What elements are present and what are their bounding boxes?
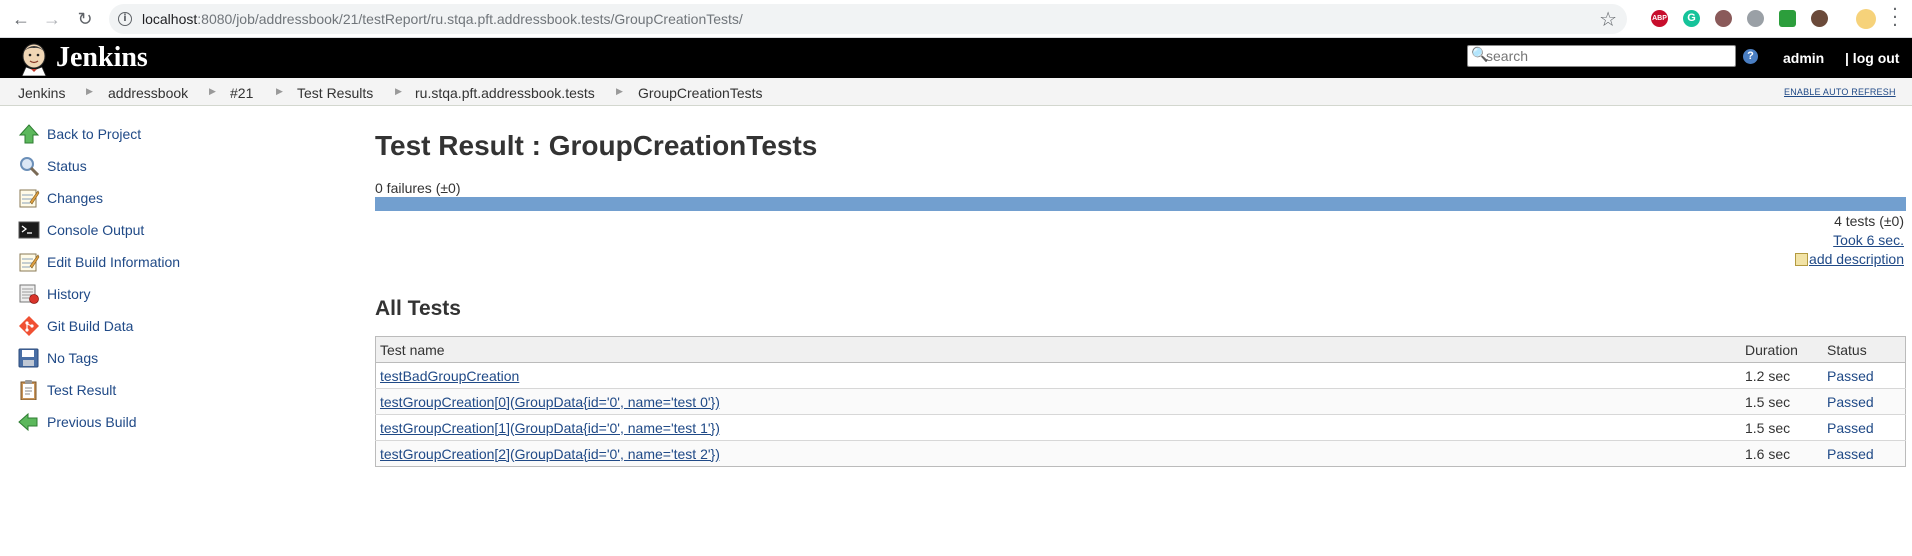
test-results-table: Test name Duration Status testBadGroupCr…: [375, 336, 1906, 467]
sidebar-item-label: No Tags: [47, 350, 99, 366]
column-header-test-name[interactable]: Test name: [375, 336, 1741, 363]
test-name-cell: testGroupCreation[0](GroupData{id='0', n…: [375, 388, 1741, 415]
breadcrumb-build[interactable]: #21: [230, 85, 253, 101]
breadcrumb-arrow-icon[interactable]: ▶: [209, 87, 216, 97]
breadcrumb-addressbook[interactable]: addressbook: [108, 85, 188, 101]
save-icon: [18, 348, 39, 368]
profile-avatar-icon[interactable]: [1856, 9, 1876, 29]
breadcrumb-arrow-icon[interactable]: ▶: [276, 87, 283, 97]
column-header-duration[interactable]: Duration: [1741, 336, 1823, 363]
test-link[interactable]: testGroupCreation[1](GroupData{id='0', n…: [380, 420, 720, 436]
grammarly-extension-icon[interactable]: G: [1683, 10, 1700, 27]
sidebar-item-label: Changes: [47, 190, 104, 206]
duration-cell: 1.5 sec: [1741, 388, 1823, 415]
tests-count: 4 tests (±0): [1834, 213, 1904, 229]
sidebar-item-label: Status: [47, 158, 87, 174]
breadcrumb-arrow-icon[interactable]: ▶: [395, 87, 402, 97]
forward-arrow-icon[interactable]: →: [41, 8, 63, 30]
user-link[interactable]: admin: [1783, 50, 1824, 66]
table-header-row: Test name Duration Status: [375, 336, 1906, 363]
breadcrumb-package[interactable]: ru.stqa.pft.addressbook.tests: [415, 85, 595, 101]
breadcrumb-arrow-icon[interactable]: ▶: [86, 87, 93, 97]
jenkins-butler-icon[interactable]: [18, 42, 50, 76]
extension-icon[interactable]: [1811, 10, 1828, 27]
breadcrumb-class[interactable]: GroupCreationTests: [638, 85, 763, 101]
table-row: testBadGroupCreation 1.2 sec Passed: [375, 362, 1906, 389]
test-link[interactable]: testGroupCreation[2](GroupData{id='0', n…: [380, 446, 720, 462]
enable-auto-refresh-link[interactable]: ENABLE AUTO REFRESH: [1784, 87, 1896, 97]
up-arrow-icon: [18, 124, 40, 144]
url-host: localhost: [142, 11, 198, 27]
sidebar-item-label: Edit Build Information: [47, 254, 181, 270]
page-title: Test Result : GroupCreationTests: [375, 130, 818, 161]
history-icon: [19, 284, 39, 304]
url-text[interactable]: localhost:8080/job/addressbook/21/testRe…: [142, 11, 743, 27]
extension-icon[interactable]: [1779, 10, 1796, 27]
url-path: :8080/job/addressbook/21/testReport/ru.s…: [197, 11, 743, 27]
back-arrow-icon[interactable]: ←: [10, 8, 32, 30]
column-header-status[interactable]: Status: [1823, 336, 1906, 363]
menu-dots-icon[interactable]: · · ·: [1890, 1, 1900, 35]
status-cell: Passed: [1823, 440, 1906, 467]
test-progress-bar: [375, 197, 1906, 211]
reload-icon[interactable]: ↻: [74, 8, 96, 30]
test-name-cell: testGroupCreation[2](GroupData{id='0', n…: [375, 440, 1741, 467]
browser-toolbar: ← → ↻ i localhost:8080/job/addressbook/2…: [0, 0, 1912, 38]
table-row: testGroupCreation[0](GroupData{id='0', n…: [375, 388, 1906, 415]
test-link[interactable]: testGroupCreation[0](GroupData{id='0', n…: [380, 394, 720, 410]
extension-icon[interactable]: [1715, 10, 1732, 27]
magnifier-icon: [20, 157, 40, 176]
terminal-icon: [18, 221, 40, 239]
help-icon[interactable]: ?: [1743, 49, 1758, 64]
add-description-link[interactable]: add description: [1795, 251, 1904, 267]
table-row: testGroupCreation[1](GroupData{id='0', n…: [375, 414, 1906, 441]
search-input[interactable]: [1486, 47, 1726, 65]
status-cell: Passed: [1823, 414, 1906, 441]
info-icon[interactable]: i: [118, 12, 132, 26]
breadcrumb: Jenkins ▶ addressbook ▶ #21 ▶ Test Resul…: [0, 78, 1912, 106]
test-link[interactable]: testBadGroupCreation: [380, 368, 519, 384]
bookmark-star-icon[interactable]: ☆: [1599, 7, 1617, 31]
duration-cell: 1.5 sec: [1741, 414, 1823, 441]
sidebar-item-label: Test Result: [47, 382, 117, 398]
failures-summary: 0 failures (±0): [375, 180, 461, 196]
sidebar-item-label: Git Build Data: [47, 318, 134, 334]
sidebar-item-label: History: [47, 286, 91, 302]
notepad-icon: [19, 189, 40, 208]
test-name-cell: testGroupCreation[1](GroupData{id='0', n…: [375, 414, 1741, 441]
duration-cell: 1.6 sec: [1741, 440, 1823, 467]
breadcrumb-jenkins[interactable]: Jenkins: [18, 85, 65, 101]
notepad-icon: [19, 253, 40, 272]
search-box[interactable]: 🔍: [1467, 45, 1736, 67]
status-cell: Passed: [1823, 388, 1906, 415]
left-arrow-icon: [18, 412, 38, 432]
breadcrumb-arrow-icon[interactable]: ▶: [616, 87, 623, 97]
test-name-cell: testBadGroupCreation: [375, 362, 1741, 389]
table-row: testGroupCreation[2](GroupData{id='0', n…: [375, 440, 1906, 467]
duration-cell: 1.2 sec: [1741, 362, 1823, 389]
sidebar-item-label: Back to Project: [47, 126, 142, 142]
sidebar-item-label: Console Output: [47, 222, 145, 238]
jenkins-brand[interactable]: Jenkins: [56, 42, 148, 74]
test-progress-fill: [375, 197, 1906, 211]
address-bar[interactable]: i localhost:8080/job/addressbook/21/test…: [109, 4, 1627, 34]
status-cell: Passed: [1823, 362, 1906, 389]
notepad-icon: [1795, 253, 1809, 266]
adblock-extension-icon[interactable]: ABP: [1651, 10, 1668, 27]
logout-link[interactable]: | log out: [1845, 50, 1899, 66]
clipboard-icon: [20, 380, 37, 400]
git-icon: [19, 316, 39, 336]
duration-link[interactable]: Took 6 sec.: [1833, 232, 1904, 248]
sidebar-item-label: Previous Build: [47, 414, 137, 430]
add-description-label: add description: [1809, 251, 1904, 267]
all-tests-heading: All Tests: [375, 297, 461, 320]
extension-icon[interactable]: [1747, 10, 1764, 27]
breadcrumb-test-results[interactable]: Test Results: [297, 85, 373, 101]
